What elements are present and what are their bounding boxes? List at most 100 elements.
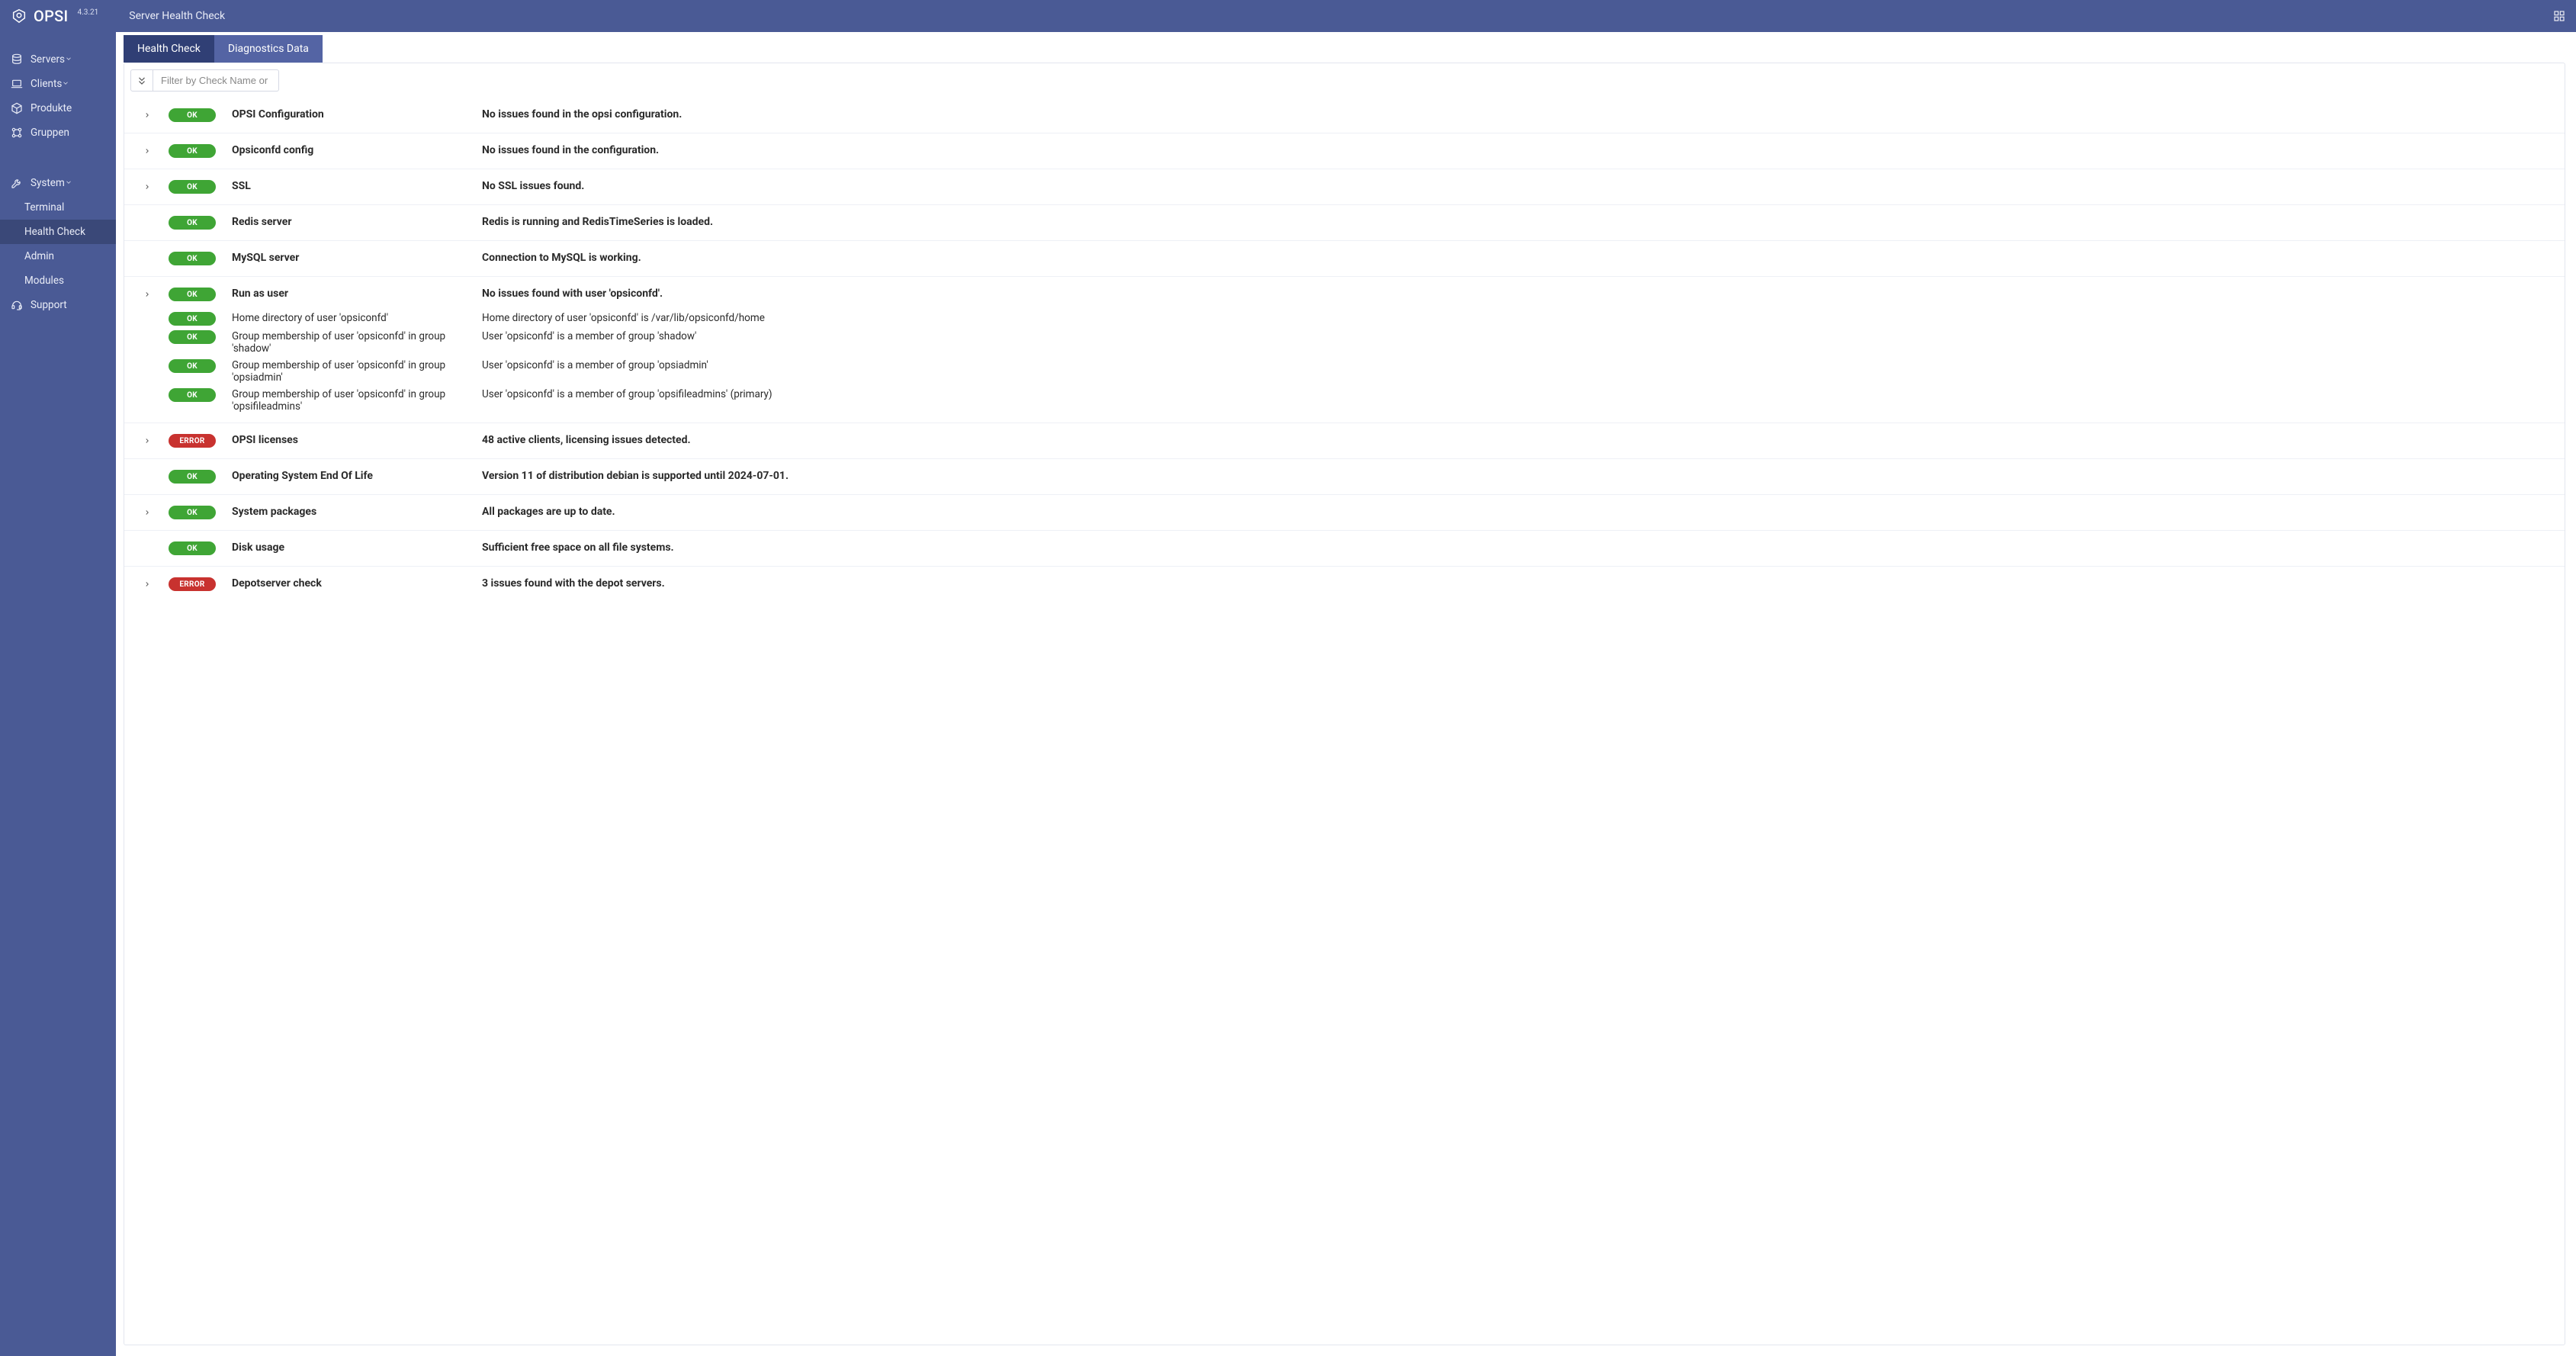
- sidebar-subitem-terminal[interactable]: Terminal: [0, 195, 116, 220]
- check-row: OKRun as userNo issues found with user '…: [124, 276, 2565, 312]
- sidebar-item-support[interactable]: Support: [0, 293, 116, 317]
- subcheck-message: User 'opsiconfd' is a member of group 'o…: [482, 388, 2557, 400]
- headset-icon: [11, 299, 23, 311]
- status-badge: OK: [169, 180, 216, 194]
- status-badge: OK: [169, 506, 216, 519]
- sidebar-item-produkte[interactable]: Produkte: [0, 96, 116, 120]
- checks-list[interactable]: OK OPSI Configuration No issues found in t…: [124, 98, 2565, 1345]
- status-badge: OK: [169, 216, 216, 230]
- brand-version: 4.3.21: [78, 8, 99, 17]
- check-name: Disk usage: [232, 541, 476, 554]
- subcheck-name: Group membership of user 'opsiconfd' in …: [232, 388, 476, 413]
- expand-all-button[interactable]: [130, 69, 153, 92]
- check-name: SSL: [232, 180, 476, 192]
- chevron-down-icon: [62, 78, 69, 90]
- status-badge: OK: [169, 330, 216, 344]
- check-name: Operating System End Of Life: [232, 470, 476, 482]
- sidebar-item-label: System: [31, 177, 65, 189]
- subcheck-row: OK Group membership of user 'opsiconfd' i…: [124, 386, 2565, 415]
- check-name: System packages: [232, 506, 476, 518]
- sidebar-item-clients[interactable]: Clients: [0, 72, 116, 96]
- sidebar-item-label: Gruppen: [31, 127, 69, 139]
- check-message: Connection to MySQL is working.: [482, 252, 2557, 264]
- check-name: OPSI Configuration: [232, 108, 476, 120]
- status-badge: OK: [169, 108, 216, 122]
- status-badge: OK: [169, 541, 216, 555]
- sidebar-item-label: Admin: [24, 250, 54, 262]
- subcheck-row: OK Home directory of user 'opsiconfd' Home…: [124, 312, 2565, 328]
- brand: OPSI 4.3.21: [11, 7, 98, 25]
- tab-health-check[interactable]: Health Check: [124, 35, 214, 63]
- page-title: Server Health Check: [129, 10, 225, 22]
- laptop-icon: [11, 78, 23, 90]
- tabs: Health CheckDiagnostics Data: [124, 35, 2565, 63]
- subcheck-row: OK Group membership of user 'opsiconfd' i…: [124, 328, 2565, 357]
- check-row: OK OPSI Configuration No issues found in t…: [124, 98, 2565, 133]
- subcheck-message: Home directory of user 'opsiconfd' is /v…: [482, 312, 2557, 324]
- sidebar-subitem-admin[interactable]: Admin: [0, 244, 116, 268]
- sidebar-item-servers[interactable]: Servers: [0, 47, 116, 72]
- sidebar-item-system[interactable]: System: [0, 171, 116, 195]
- apps-grid-icon[interactable]: [2553, 10, 2565, 22]
- subcheck-message: User 'opsiconfd' is a member of group 'o…: [482, 359, 2557, 371]
- expand-toggle[interactable]: [143, 110, 151, 122]
- status-badge: OK: [169, 312, 216, 326]
- main-content: Health CheckDiagnostics Data OK OPSI Conf…: [116, 32, 2576, 1356]
- subcheck-name: Group membership of user 'opsiconfd' in …: [232, 330, 476, 355]
- sidebar-item-gruppen[interactable]: Gruppen: [0, 120, 116, 145]
- filter-row: [124, 63, 2565, 98]
- expand-toggle[interactable]: [143, 289, 151, 301]
- status-badge: OK: [169, 288, 216, 301]
- status-badge: OK: [169, 359, 216, 373]
- tab-diagnostics-data[interactable]: Diagnostics Data: [214, 35, 323, 63]
- health-check-panel: OK OPSI Configuration No issues found in t…: [124, 63, 2565, 1345]
- check-message: Version 11 of distribution debian is sup…: [482, 470, 2557, 482]
- cube-icon: [11, 102, 23, 114]
- subcheck-name: Group membership of user 'opsiconfd' in …: [232, 359, 476, 384]
- check-name: Opsiconfd config: [232, 144, 476, 156]
- check-name: Run as user: [232, 288, 476, 300]
- sidebar-item-label: Servers: [31, 53, 65, 66]
- check-message: No SSL issues found.: [482, 180, 2557, 192]
- subchecks: OK Home directory of user 'opsiconfd' Home…: [124, 312, 2565, 423]
- check-message: 48 active clients, licensing issues dete…: [482, 434, 2557, 446]
- subcheck-name: Home directory of user 'opsiconfd': [232, 312, 476, 324]
- brand-name: OPSI: [34, 7, 69, 25]
- subcheck-row: OK Group membership of user 'opsiconfd' i…: [124, 357, 2565, 386]
- sidebar-subitem-modules[interactable]: Modules: [0, 268, 116, 293]
- chevron-down-icon: [65, 177, 72, 189]
- check-message: Sufficient free space on all file system…: [482, 541, 2557, 554]
- sitemap-icon: [11, 127, 23, 139]
- sidebar-item-label: Modules: [24, 275, 64, 287]
- expand-toggle[interactable]: [143, 507, 151, 519]
- topbar: OPSI 4.3.21 Server Health Check: [0, 0, 2576, 32]
- check-name: Depotserver check: [232, 577, 476, 590]
- filter-input[interactable]: [153, 69, 279, 92]
- subcheck-message: User 'opsiconfd' is a member of group 's…: [482, 330, 2557, 342]
- database-icon: [11, 53, 23, 66]
- expand-toggle[interactable]: [143, 435, 151, 448]
- expand-toggle[interactable]: [143, 579, 151, 591]
- check-row: ERRORDepotserver check3 issues found wit…: [124, 566, 2565, 602]
- status-badge: ERROR: [169, 434, 216, 448]
- status-badge: OK: [169, 388, 216, 402]
- check-message: No issues found in the opsi configuratio…: [482, 108, 2557, 120]
- sidebar-item-label: Clients: [31, 78, 62, 90]
- sidebar: Servers Clients Produkte Gruppen System Term…: [0, 32, 116, 1356]
- check-message: No issues found in the configuration.: [482, 144, 2557, 156]
- check-row: OKOperating System End Of LifeVersion 11…: [124, 458, 2565, 494]
- sidebar-item-label: Produkte: [31, 102, 72, 114]
- expand-toggle[interactable]: [143, 146, 151, 158]
- check-row: OK System packages All packages are up to …: [124, 494, 2565, 530]
- chevron-down-icon: [65, 53, 72, 66]
- tools-icon: [11, 177, 23, 189]
- expand-toggle[interactable]: [143, 182, 151, 194]
- check-message: All packages are up to date.: [482, 506, 2557, 518]
- check-message: 3 issues found with the depot servers.: [482, 577, 2557, 590]
- check-message: Redis is running and RedisTimeSeries is …: [482, 216, 2557, 228]
- sidebar-subitem-health-check[interactable]: Health Check: [0, 220, 116, 244]
- check-row: OKRedis serverRedis is running and Redis…: [124, 204, 2565, 240]
- double-chevron-down-icon: [137, 76, 147, 86]
- sidebar-item-label: Support: [31, 299, 67, 311]
- check-name: OPSI licenses: [232, 434, 476, 446]
